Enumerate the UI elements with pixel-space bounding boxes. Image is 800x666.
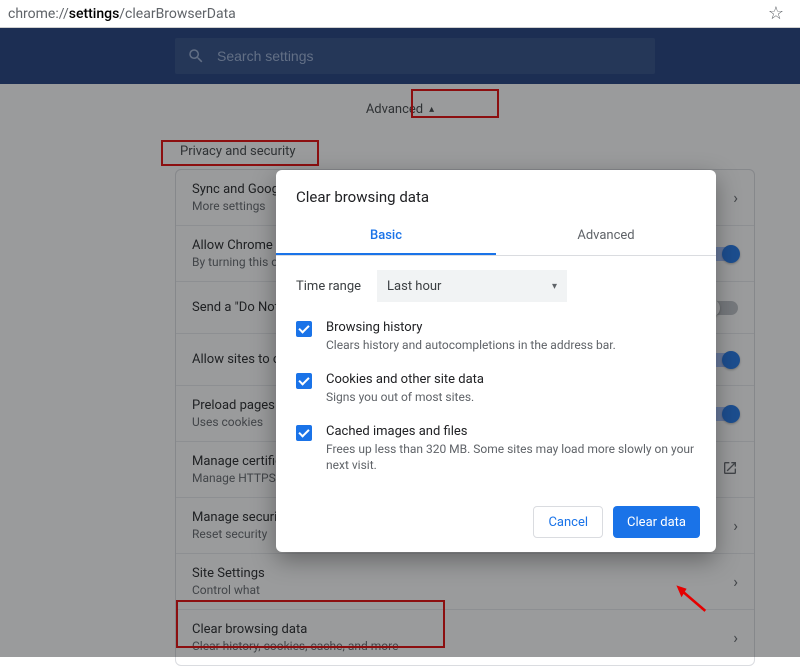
chevron-down-icon: ▾: [552, 281, 557, 292]
option-sub: Clears history and autocompletions in th…: [326, 337, 616, 354]
tab-advanced[interactable]: Advanced: [496, 218, 716, 255]
clear-browsing-data-dialog: Clear browsing data Basic Advanced Time …: [276, 170, 716, 552]
cancel-button[interactable]: Cancel: [533, 506, 603, 538]
option-sub: Frees up less than 320 MB. Some sites ma…: [326, 441, 696, 475]
dialog-tabs: Basic Advanced: [276, 218, 716, 256]
time-range-label: Time range: [296, 279, 361, 294]
dialog-title: Clear browsing data: [276, 188, 716, 218]
dialog-body: Time range Last hour ▾ Browsing history …: [276, 256, 716, 498]
option-title: Cached images and files: [326, 424, 696, 439]
checkbox-checked-icon[interactable]: [296, 321, 312, 337]
address-bar[interactable]: chrome://settings/clearBrowserData ☆: [0, 0, 800, 28]
clear-data-button[interactable]: Clear data: [613, 506, 700, 538]
option-browsing-history[interactable]: Browsing history Clears history and auto…: [296, 320, 696, 354]
time-range-value: Last hour: [387, 279, 441, 294]
bookmark-star-icon[interactable]: ☆: [768, 3, 784, 24]
option-title: Browsing history: [326, 320, 616, 335]
checkbox-checked-icon[interactable]: [296, 373, 312, 389]
option-sub: Signs you out of most sites.: [326, 389, 484, 406]
option-title: Cookies and other site data: [326, 372, 484, 387]
url-text: chrome://settings/clearBrowserData: [8, 6, 236, 22]
time-range-select[interactable]: Last hour ▾: [377, 270, 567, 302]
option-cache[interactable]: Cached images and files Frees up less th…: [296, 424, 696, 475]
checkbox-checked-icon[interactable]: [296, 425, 312, 441]
dialog-footer: Cancel Clear data: [276, 498, 716, 538]
tab-basic[interactable]: Basic: [276, 218, 496, 255]
option-cookies[interactable]: Cookies and other site data Signs you ou…: [296, 372, 696, 406]
